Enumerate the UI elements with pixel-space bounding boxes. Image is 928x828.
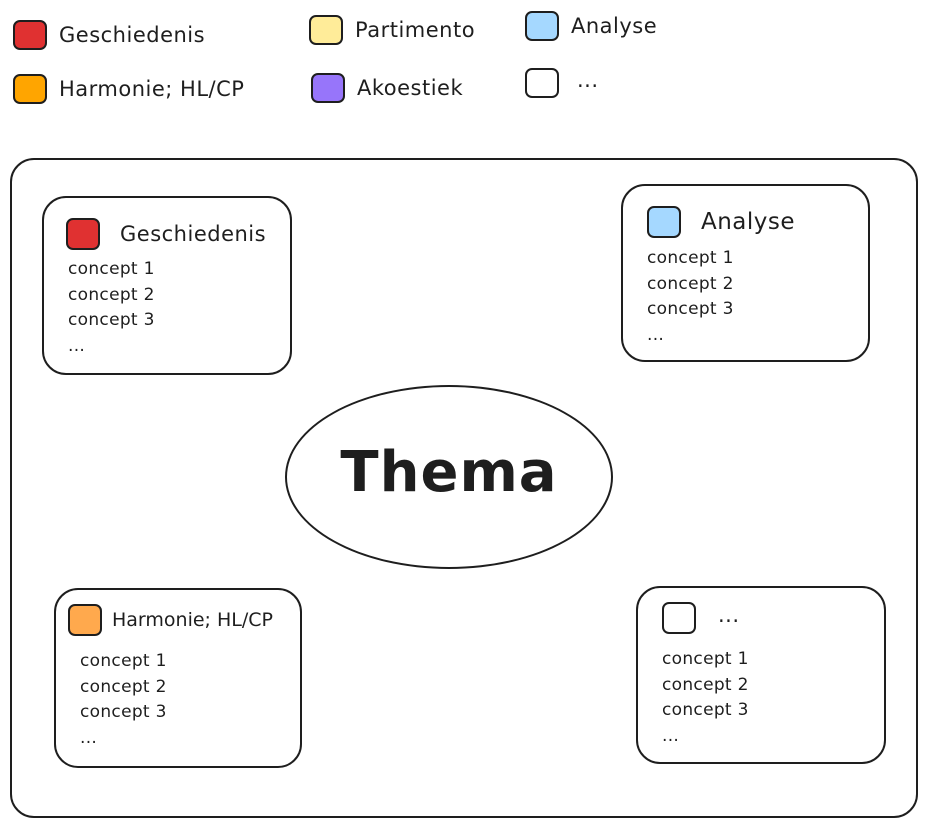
card-header: ... [662, 602, 740, 634]
legend-label: Geschiedenis [59, 23, 206, 47]
legend-label: Akoestiek [357, 76, 464, 100]
legend-item-geschiedenis: Geschiedenis [13, 17, 205, 53]
concept-list: concept 1 concept 2 concept 3 ... [662, 647, 749, 749]
thema-label: Thema [340, 439, 558, 505]
color-swatch [647, 206, 681, 238]
legend-item-analyse: Analyse [525, 8, 657, 44]
concept-item: ... [68, 335, 86, 356]
color-swatch [309, 15, 343, 45]
concept-item: concept 2 [662, 674, 749, 695]
card-other: ... concept 1 concept 2 concept 3 ... [636, 586, 886, 764]
concept-item: concept 3 [80, 702, 167, 722]
legend-label: Partimento [355, 18, 476, 42]
card-harmonie: Harmonie; HL/CP concept 1 concept 2 conc… [54, 588, 302, 768]
concept-item: concept 3 [647, 299, 734, 319]
card-header: Analyse [647, 206, 795, 238]
legend-label: Analyse [571, 14, 658, 38]
color-swatch [525, 11, 559, 41]
card-geschiedenis: Geschiedenis concept 1 concept 2 concept… [42, 196, 292, 375]
concept-item: concept 1 [662, 649, 749, 669]
concept-item: concept 2 [68, 284, 155, 305]
legend-label: Harmonie; HL/CP [59, 77, 245, 101]
concept-item: concept 3 [68, 310, 155, 330]
legend-item-other: ... [525, 65, 599, 101]
concept-item: concept 1 [647, 248, 734, 268]
color-swatch [311, 73, 345, 103]
concept-list: concept 1 concept 2 concept 3 ... [647, 246, 734, 348]
color-swatch [662, 602, 696, 634]
color-swatch [66, 218, 100, 250]
color-swatch [13, 74, 47, 104]
concept-list: concept 1 concept 2 concept 3 ... [68, 257, 155, 359]
thema-ellipse: Thema [285, 385, 613, 569]
card-title: Harmonie; HL/CP [112, 609, 273, 631]
concept-item: ... [80, 727, 98, 748]
card-title: ... [718, 603, 740, 627]
concept-item: ... [662, 725, 680, 746]
card-header: Geschiedenis [66, 218, 266, 250]
card-analyse: Analyse concept 1 concept 2 concept 3 ..… [621, 184, 870, 362]
legend-label: ... [577, 68, 599, 92]
concept-item: ... [647, 324, 665, 345]
card-title: Analyse [701, 209, 796, 235]
concept-item: concept 1 [68, 259, 155, 279]
concept-item: concept 1 [80, 651, 167, 671]
card-title: Geschiedenis [120, 222, 267, 246]
concept-list: concept 1 concept 2 concept 3 ... [80, 649, 167, 751]
color-swatch [68, 604, 102, 636]
concept-item: concept 2 [80, 676, 167, 697]
color-swatch [525, 68, 559, 98]
legend-item-harmonie: Harmonie; HL/CP [13, 71, 244, 107]
concept-item: concept 3 [662, 700, 749, 720]
legend-item-partimento: Partimento [309, 12, 475, 48]
color-swatch [13, 20, 47, 50]
concept-item: concept 2 [647, 273, 734, 294]
legend-item-akoestiek: Akoestiek [311, 70, 463, 106]
card-header: Harmonie; HL/CP [68, 604, 273, 636]
